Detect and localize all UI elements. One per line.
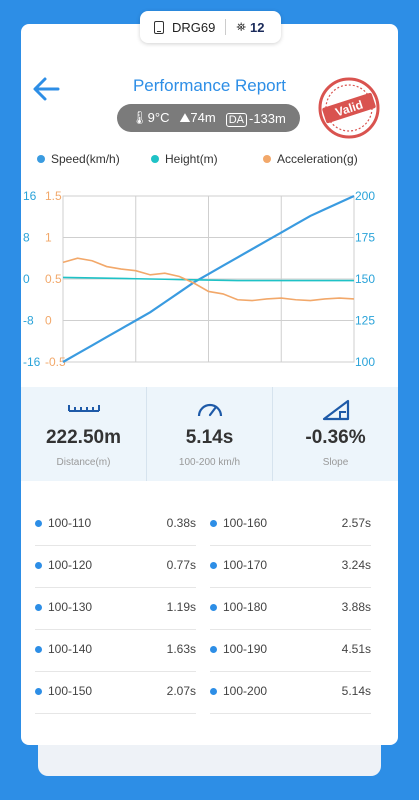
- split-time: 1.19s: [166, 600, 196, 614]
- conditions-pill: 🌡9°C ⛰74m DA -133m: [117, 104, 300, 132]
- split-time: 3.88s: [341, 600, 371, 614]
- legend-speed: Speed(km/h): [37, 152, 120, 166]
- split-time: 4.51s: [341, 642, 371, 656]
- split-range: 100-170: [223, 558, 268, 572]
- split-item: 100-150 2.07s: [35, 684, 196, 702]
- split-item: 100-190 4.51s: [210, 642, 371, 660]
- split-item: 100-110 0.38s: [35, 516, 196, 534]
- bullet-dot: [210, 688, 217, 695]
- time-label: 100-200 km/h: [178, 457, 241, 468]
- bullet-dot: [210, 520, 217, 527]
- tick-label-speed: 175: [355, 231, 375, 245]
- da-badge: DA: [225, 112, 247, 127]
- split-range: 100-120: [48, 558, 93, 572]
- density-altitude: DA -133m: [225, 111, 286, 127]
- split-item: 100-200 5.14s: [210, 684, 371, 702]
- bullet-dot: [35, 562, 42, 569]
- legend-height: Height(m): [151, 152, 218, 166]
- split-time: 0.38s: [166, 516, 196, 530]
- thermometer-icon: 🌡: [131, 110, 148, 125]
- satellite-icon: ⛯: [236, 19, 246, 34]
- slope-icon: [322, 399, 349, 421]
- legend-acceleration: Acceleration(g): [263, 152, 358, 166]
- speedometer-icon: [197, 403, 222, 417]
- divider: [225, 19, 227, 35]
- report-card: Performance Report 🌡9°C ⛰74m DA -133m Val…: [21, 24, 398, 745]
- stat-distance: 222.50m Distance(m): [21, 387, 146, 481]
- split-item: 100-180 3.88s: [210, 600, 371, 618]
- split-time: 2.57s: [341, 516, 371, 530]
- split-row: 100-140 1.63s 100-190 4.51s: [21, 630, 398, 672]
- split-item: 100-160 2.57s: [210, 516, 371, 534]
- split-range: 100-130: [48, 600, 93, 614]
- bullet-dot: [210, 646, 217, 653]
- card-shadow: [38, 740, 381, 776]
- split-range: 100-160: [223, 516, 268, 530]
- distance-label: Distance(m): [56, 457, 111, 468]
- time-value: 5.14s: [185, 427, 234, 448]
- bullet-dot: [35, 688, 42, 695]
- performance-chart: 16 1.5 200 8 1 175 0 0.5 150 -8 0 125 -16 -0.5 100: [23, 189, 375, 369]
- split-time: 2.07s: [166, 684, 196, 698]
- split-range: 100-180: [223, 600, 268, 614]
- stat-slope: -0.36% Slope: [272, 387, 398, 481]
- split-range: 100-150: [48, 684, 93, 698]
- slope-label: Slope: [322, 457, 349, 468]
- tick-label-acceleration: 1.5: [45, 189, 62, 203]
- device-name: DRG69: [172, 19, 216, 35]
- split-row: 100-120 0.77s 100-170 3.24s: [21, 546, 398, 588]
- tick-label-height: 8: [23, 231, 30, 245]
- split-time: 0.77s: [166, 558, 196, 572]
- tick-label-speed: 100: [355, 355, 375, 369]
- tick-label-acceleration: 0: [45, 314, 52, 328]
- split-time: 3.24s: [341, 558, 371, 572]
- ruler-icon: [67, 405, 100, 412]
- distance-value: 222.50m: [45, 427, 121, 448]
- split-row: 100-150 2.07s 100-200 5.14s: [21, 672, 398, 714]
- split-item: 100-170 3.24s: [210, 558, 371, 576]
- tick-label-height: 16: [23, 189, 37, 203]
- valid-stamp: Valid: [318, 77, 380, 139]
- tick-label-acceleration: 0.5: [45, 272, 62, 286]
- tick-label-acceleration: -0.5: [45, 355, 66, 369]
- split-range: 100-200: [223, 684, 268, 698]
- stat-time: 5.14s 100-200 km/h: [146, 387, 272, 481]
- split-range: 100-140: [48, 642, 93, 656]
- split-time: 5.14s: [341, 684, 371, 698]
- split-item: 100-120 0.77s: [35, 558, 196, 576]
- tick-label-acceleration: 1: [45, 231, 52, 245]
- slope-value: -0.36%: [305, 427, 366, 448]
- temperature: 🌡9°C: [131, 110, 170, 125]
- split-time: 1.63s: [166, 642, 196, 656]
- satellite-count: 12: [249, 19, 265, 35]
- tick-label-height: 0: [23, 272, 30, 286]
- stats-panel: 222.50m Distance(m) 5.14s 100-200 km/h -…: [21, 387, 398, 481]
- bullet-dot: [210, 562, 217, 569]
- bullet-dot: [35, 646, 42, 653]
- bullet-dot: [210, 604, 217, 611]
- tick-label-speed: 150: [355, 272, 375, 286]
- tick-label-speed: 125: [355, 314, 375, 328]
- split-range: 100-190: [223, 642, 268, 656]
- device-status-pill[interactable]: DRG69 ⛯ 12: [140, 11, 281, 43]
- split-row: 100-130 1.19s 100-180 3.88s: [21, 588, 398, 630]
- tick-label-height: -16: [23, 355, 41, 369]
- split-range: 100-110: [48, 516, 92, 530]
- tick-label-height: -8: [23, 314, 34, 328]
- altitude: ⛰74m: [179, 110, 216, 125]
- mountain-icon: ⛰: [179, 110, 191, 125]
- split-item: 100-140 1.63s: [35, 642, 196, 660]
- tick-label-speed: 200: [355, 189, 375, 203]
- bullet-dot: [35, 520, 42, 527]
- split-item: 100-130 1.19s: [35, 600, 196, 618]
- split-row: 100-110 0.38s 100-160 2.57s: [21, 504, 398, 546]
- phone-icon: [154, 20, 164, 34]
- bullet-dot: [35, 604, 42, 611]
